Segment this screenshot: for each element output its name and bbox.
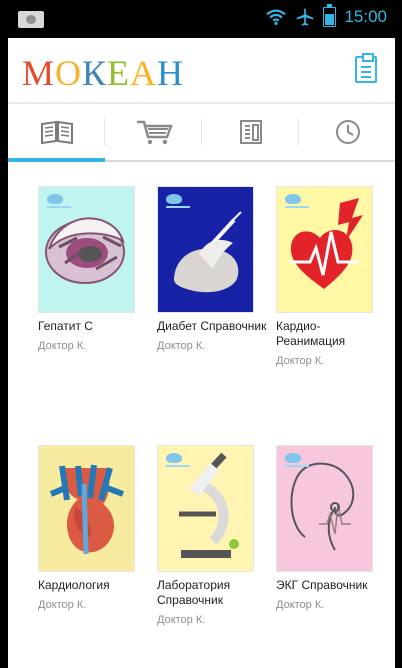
clipboard-icon[interactable] (355, 53, 377, 83)
book-title: ЭКГ Справочник (276, 578, 368, 592)
airplane-icon (297, 8, 314, 26)
cover-logo (47, 194, 63, 204)
cart-icon (136, 120, 173, 145)
cover-logo (166, 453, 182, 463)
book-title: Кардио-Реанимация (276, 319, 346, 348)
status-icons: 15:00 (265, 4, 387, 27)
book-cover[interactable] (157, 186, 254, 313)
cover-logo (285, 453, 301, 463)
book-author: Доктор К. (157, 340, 206, 352)
wifi-icon (266, 9, 287, 26)
catalog-icon (239, 120, 262, 144)
book-title: Лаборатория Справочник (157, 578, 231, 607)
cover-brand-line (285, 206, 309, 208)
android-screen: 15:00 МОКЕАН Гепатит С Доктор К. Диабет … (0, 0, 402, 668)
cover-logo (166, 194, 182, 204)
book-item[interactable]: Лаборатория Справочник Доктор К. (157, 445, 269, 626)
book-cover[interactable] (38, 445, 135, 572)
main-tabs (8, 104, 395, 162)
tab-library[interactable] (8, 104, 105, 160)
cover-brand-line (285, 465, 309, 467)
battery-icon (323, 4, 337, 27)
clock-icon (335, 120, 360, 144)
cover-brand-line (166, 206, 190, 208)
book-title: Диабет Справочник (157, 319, 267, 333)
cover-logo (285, 194, 301, 204)
book-item[interactable]: Гепатит С Доктор К. (38, 186, 150, 352)
book-cover[interactable] (276, 186, 373, 313)
tab-history[interactable] (299, 104, 396, 160)
image-icon (18, 11, 44, 28)
left-frame (0, 0, 8, 668)
book-cover[interactable] (157, 445, 254, 572)
app-logo[interactable]: МОКЕАН (22, 52, 184, 94)
book-author: Доктор К. (38, 340, 87, 352)
book-author: Доктор К. (157, 614, 206, 626)
cover-brand-line (47, 206, 71, 208)
book-item[interactable]: Кардио-Реанимация Доктор К. (276, 186, 388, 367)
book-author: Доктор К. (276, 355, 325, 367)
status-bar: 15:00 (8, 0, 395, 38)
status-time: 15:00 (344, 7, 387, 26)
app-bar: МОКЕАН (8, 38, 395, 104)
book-icon (40, 120, 73, 144)
book-title: Кардиология (38, 578, 110, 592)
book-item[interactable]: Диабет Справочник Доктор К. (157, 186, 269, 352)
right-frame (395, 0, 402, 668)
book-cover[interactable] (276, 445, 373, 572)
tab-catalog[interactable] (202, 104, 299, 160)
book-author: Доктор К. (276, 599, 325, 611)
book-item[interactable]: Кардиология Доктор К. (38, 445, 150, 611)
book-title: Гепатит С (38, 319, 93, 333)
tab-store[interactable] (105, 104, 202, 160)
book-item[interactable]: ЭКГ Справочник Доктор К. (276, 445, 388, 611)
cardiology-illustration (49, 464, 125, 555)
cover-brand-line (166, 465, 190, 467)
book-cover[interactable] (38, 186, 135, 313)
book-author: Доктор К. (38, 599, 87, 611)
book-grid: Гепатит С Доктор К. Диабет Справочник До… (8, 162, 395, 668)
